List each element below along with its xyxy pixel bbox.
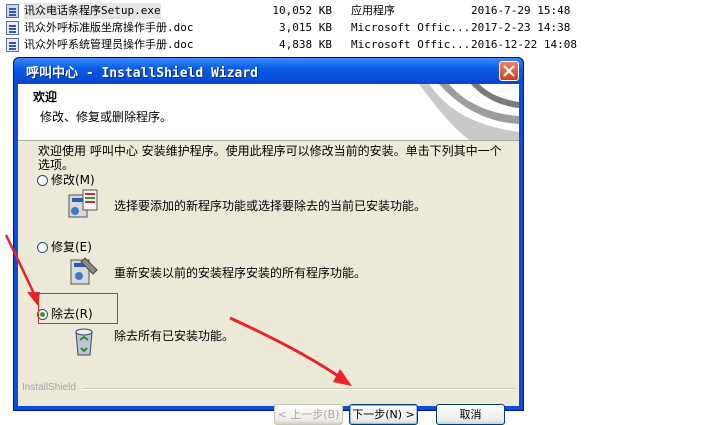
highlight-box xyxy=(38,293,118,324)
file-name: 讯众电话条程序Setup.exe xyxy=(24,3,161,19)
title-bar[interactable]: 呼叫中心 - InstallShield Wizard xyxy=(14,58,523,84)
radio-circle xyxy=(37,175,48,186)
file-row[interactable]: 讯众外呼系统管理员操作手册.doc 4,838 KB Microsoft Off… xyxy=(6,37,724,53)
wizard-banner: 欢迎 修改、修复或删除程序。 xyxy=(18,84,519,141)
modify-radio-label: 修改(M) xyxy=(51,173,95,187)
remove-recycle-icon xyxy=(75,328,93,356)
window-title: 呼叫中心 - InstallShield Wizard xyxy=(26,66,259,81)
radio-circle xyxy=(37,242,48,253)
file-size: 10,052 KB xyxy=(272,4,332,17)
file-modified: 2017-2-23 14:38 xyxy=(471,21,571,34)
intro-text: 欢迎使用 呼叫中心 安装维护程序。使用此程序可以修改当前的安装。单击下列其中一个… xyxy=(38,144,502,172)
separator xyxy=(84,388,515,390)
remove-description: 除去所有已安装功能。 xyxy=(114,329,235,343)
repair-radio-label: 修复(E) xyxy=(51,240,92,254)
wizard-client-area: 欢迎 修改、修复或删除程序。 欢迎使用 呼叫中心 安装维护程序。使用此程序可以修… xyxy=(18,84,519,425)
banner-subtitle: 修改、修复或删除程序。 xyxy=(40,110,173,124)
file-type: Microsoft Offic... xyxy=(351,38,471,51)
file-row[interactable]: 讯众电话条程序Setup.exe 10,052 KB 应用程序 2016-7-2… xyxy=(6,3,724,19)
back-button[interactable]: < 上一步(B) xyxy=(274,404,343,425)
file-size: 4,838 KB xyxy=(279,38,332,51)
word-doc-icon xyxy=(6,38,19,52)
file-name: 讯众外呼系统管理员操作手册.doc xyxy=(24,38,194,51)
repair-setup-icon xyxy=(70,257,98,285)
modify-description: 选择要添加的新程序功能或选择要除去的当前已安装功能。 xyxy=(114,199,427,213)
close-icon xyxy=(503,65,515,77)
installshield-brand: InstallShield xyxy=(22,382,76,393)
exe-file-icon xyxy=(6,4,19,18)
cancel-button[interactable]: 取消 xyxy=(436,404,505,425)
file-modified: 2016-12-22 14:08 xyxy=(471,38,577,51)
next-button[interactable]: 下一步(N) > xyxy=(349,404,418,425)
installshield-swirl-icon xyxy=(419,84,519,140)
file-type: 应用程序 xyxy=(351,4,395,17)
repair-description: 重新安装以前的安装程序安装的所有程序功能。 xyxy=(114,266,367,280)
modify-setup-icon xyxy=(68,189,98,218)
file-name: 讯众外呼标准版坐席操作手册.doc xyxy=(24,21,194,34)
word-doc-icon xyxy=(6,21,19,35)
repair-radio[interactable]: 修复(E) xyxy=(37,239,92,255)
banner-heading: 欢迎 xyxy=(33,90,58,104)
file-size: 3,015 KB xyxy=(279,21,332,34)
file-modified: 2016-7-29 15:48 xyxy=(471,4,571,17)
file-type: Microsoft Offic... xyxy=(351,21,471,34)
modify-radio[interactable]: 修改(M) xyxy=(37,172,95,188)
close-button[interactable] xyxy=(499,61,519,81)
file-row[interactable]: 讯众外呼标准版坐席操作手册.doc 3,015 KB Microsoft Off… xyxy=(6,20,724,36)
installshield-wizard-window: 呼叫中心 - InstallShield Wizard 欢迎 修改、修复或删除程… xyxy=(13,57,524,425)
